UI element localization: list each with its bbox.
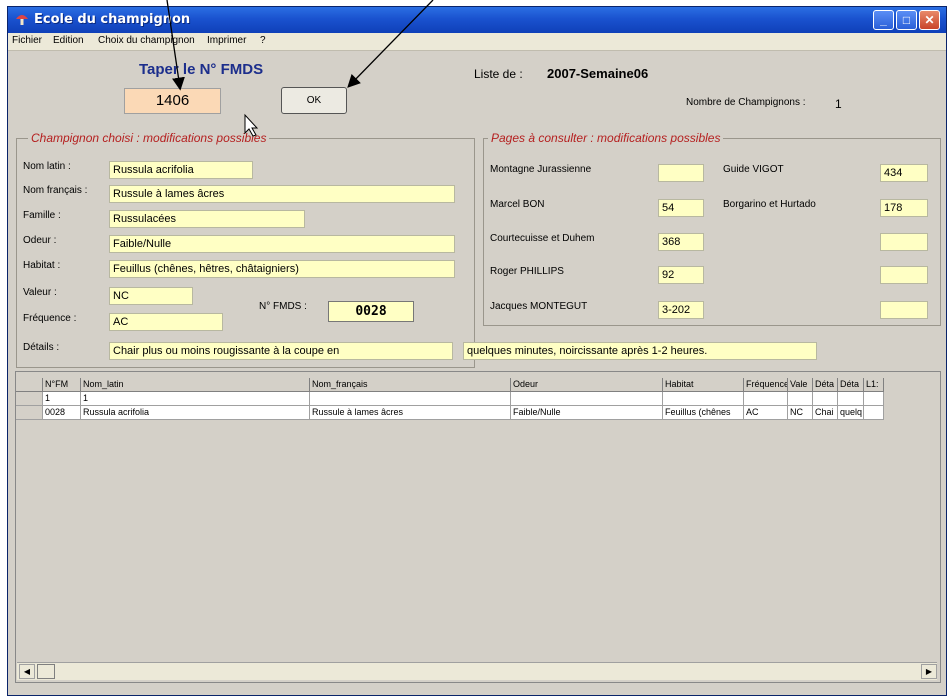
book-label: Marcel BON — [490, 199, 545, 210]
book-page-field[interactable] — [880, 266, 928, 284]
table-row-selector[interactable] — [16, 406, 43, 420]
table-cell[interactable] — [511, 392, 663, 406]
menu-edition[interactable]: Edition — [53, 35, 84, 46]
pages-panel-title: Pages à consulter : modifications possib… — [488, 131, 724, 145]
table-header-details2[interactable]: Déta — [838, 378, 864, 392]
book-page-field[interactable]: 178 — [880, 199, 928, 217]
table-header-odeur[interactable]: Odeur — [511, 378, 663, 392]
book-page-field[interactable] — [880, 301, 928, 319]
table-cell[interactable] — [864, 392, 884, 406]
menu-fichier[interactable]: Fichier — [12, 35, 42, 46]
nom-latin-field[interactable]: Russula acrifolia — [109, 161, 253, 179]
table-header-nom-latin[interactable]: Nom_latin — [81, 378, 310, 392]
book-page-field[interactable]: 92 — [658, 266, 704, 284]
table-cell[interactable]: Russule à lames âcres — [310, 406, 511, 420]
table-header-details[interactable]: Déta — [813, 378, 838, 392]
title-bar[interactable]: Ecole du champignon _ □ ✕ — [8, 7, 946, 33]
menu-help[interactable]: ? — [260, 35, 266, 46]
book-page-field[interactable] — [658, 164, 704, 182]
habitat-field[interactable]: Feuillus (chênes, hêtres, châtaigniers) — [109, 260, 455, 278]
frequence-label: Fréquence : — [23, 313, 77, 324]
details-label: Détails : — [23, 342, 60, 353]
nom-latin-label: Nom latin : — [23, 161, 71, 172]
table-cell[interactable]: AC — [744, 406, 788, 420]
book-page-field[interactable] — [880, 233, 928, 251]
valeur-label: Valeur : — [23, 287, 57, 298]
menu-bar: Fichier Edition Choix du champignon Impr… — [8, 33, 946, 51]
close-button[interactable]: ✕ — [919, 10, 940, 30]
book-page-field[interactable]: 54 — [658, 199, 704, 217]
minimize-button[interactable]: _ — [873, 10, 894, 30]
table-header-valeur[interactable]: Vale — [788, 378, 813, 392]
ok-button[interactable]: OK — [281, 87, 347, 114]
table-cell[interactable]: 0028 — [43, 406, 81, 420]
menu-imprimer[interactable]: Imprimer — [207, 35, 246, 46]
search-label: Taper le N° FMDS — [139, 61, 264, 78]
book-label: Jacques MONTEGUT — [490, 301, 588, 312]
champignon-panel-title: Champignon choisi : modifications possib… — [28, 131, 270, 145]
book-page-field[interactable]: 434 — [880, 164, 928, 182]
fmds-input[interactable]: 1406 — [124, 88, 221, 114]
book-label: Guide VIGOT — [723, 164, 784, 175]
odeur-field[interactable]: Faible/Nulle — [109, 235, 455, 253]
details-continued-field[interactable]: quelques minutes, noircissante après 1-2… — [463, 342, 817, 360]
liste-value: 2007-Semaine06 — [547, 66, 649, 81]
book-label: Roger PHILLIPS — [490, 266, 564, 277]
table-cell[interactable] — [788, 392, 813, 406]
book-label: Montagne Jurassienne — [490, 164, 592, 175]
book-page-field[interactable]: 368 — [658, 233, 704, 251]
table-cell[interactable] — [310, 392, 511, 406]
table-cell[interactable]: 1 — [81, 392, 310, 406]
close-icon: ✕ — [924, 13, 935, 27]
table-header-habitat[interactable]: Habitat — [663, 378, 744, 392]
famille-field[interactable]: Russulacées — [109, 210, 305, 228]
table-header-nfm[interactable]: N°FM — [43, 378, 81, 392]
valeur-field[interactable]: NC — [109, 287, 193, 305]
book-page-field[interactable]: 3-202 — [658, 301, 704, 319]
habitat-label: Habitat : — [23, 260, 61, 271]
table-cell[interactable]: Faible/Nulle — [511, 406, 663, 420]
count-value: 1 — [835, 97, 842, 111]
nom-francais-label: Nom français : — [23, 185, 88, 196]
table-header-frequence[interactable]: Fréquence — [744, 378, 788, 392]
count-label: Nombre de Champignons : — [686, 97, 806, 108]
nom-francais-field[interactable]: Russule à lames âcres — [109, 185, 455, 203]
table-cell[interactable] — [813, 392, 838, 406]
table-header-nom-francais[interactable]: Nom_français — [310, 378, 511, 392]
maximize-icon: □ — [902, 13, 911, 27]
scroll-right-arrow-icon[interactable]: ▶ — [921, 664, 937, 679]
table-row-selector[interactable] — [16, 392, 43, 406]
frequence-field[interactable]: AC — [109, 313, 223, 331]
table-cell[interactable]: Russula acrifolia — [81, 406, 310, 420]
maximize-button[interactable]: □ — [896, 10, 917, 30]
horizontal-scrollbar[interactable]: ◀ ▶ — [17, 662, 937, 680]
table-cell[interactable]: 1 — [43, 392, 81, 406]
table-cell[interactable] — [663, 392, 744, 406]
liste-label: Liste de : — [474, 67, 523, 81]
mushroom-icon — [16, 15, 28, 25]
book-label: Borgarino et Hurtado — [723, 199, 816, 210]
minimize-icon: _ — [880, 13, 887, 27]
window-title: Ecole du champignon — [34, 12, 191, 27]
scroll-left-arrow-icon[interactable]: ◀ — [19, 664, 35, 679]
book-label: Courtecuisse et Duhem — [490, 233, 595, 244]
table-cell[interactable]: Chai — [813, 406, 838, 420]
table-cell[interactable] — [864, 406, 884, 420]
details-field[interactable]: Chair plus ou moins rougissante à la cou… — [109, 342, 453, 360]
table-cell[interactable] — [838, 392, 864, 406]
famille-label: Famille : — [23, 210, 61, 221]
scroll-thumb[interactable] — [37, 664, 55, 679]
table-cell[interactable]: Feuillus (chênes — [663, 406, 744, 420]
results-table: N°FM Nom_latin Nom_français Odeur Habita… — [15, 371, 941, 683]
table-cell[interactable]: quelq — [838, 406, 864, 420]
app-window: Ecole du champignon _ □ ✕ Fichier Editio… — [7, 6, 947, 696]
table-cell[interactable]: NC — [788, 406, 813, 420]
table-header-l1[interactable]: L1: — [864, 378, 884, 392]
menu-choix-champignon[interactable]: Choix du champignon — [98, 35, 195, 46]
odeur-label: Odeur : — [23, 235, 57, 246]
fmds-value[interactable]: 0028 — [328, 301, 414, 322]
table-cell[interactable] — [744, 392, 788, 406]
table-row-selector-header — [16, 378, 43, 392]
fmds-label: N° FMDS : — [259, 301, 307, 312]
